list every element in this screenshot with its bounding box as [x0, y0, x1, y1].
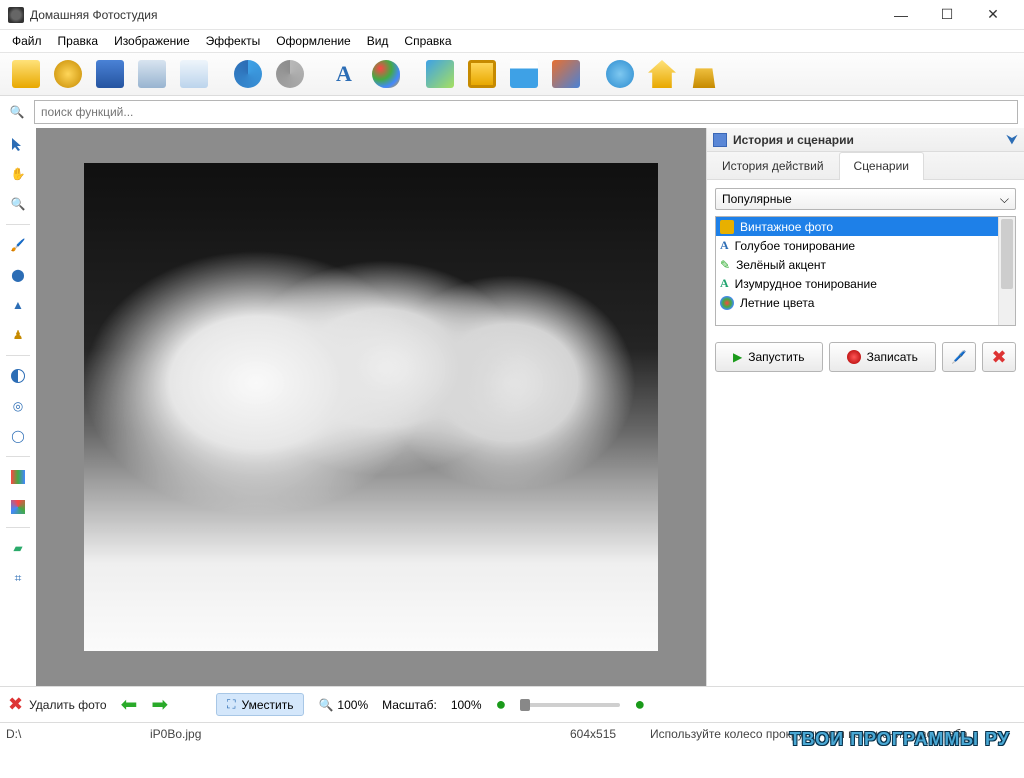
bottom-bar: ✖Удалить фото ⬅ ➡ ⛶Уместить 🔍100% Масшта…	[0, 686, 1024, 722]
filter-value: Популярные	[722, 192, 792, 206]
drop-tool[interactable]: ⬤	[6, 263, 30, 287]
edit-scenario-button[interactable]: 🖊️	[942, 342, 976, 372]
menu-help[interactable]: Справка	[396, 32, 459, 50]
help-button[interactable]	[600, 56, 640, 92]
app-icon	[8, 7, 24, 23]
gradient-tool[interactable]	[6, 465, 30, 489]
contrast-tool[interactable]	[6, 364, 30, 388]
shape-tool[interactable]: ▲	[6, 293, 30, 317]
tab-history[interactable]: История действий	[707, 152, 839, 179]
stamp-tool[interactable]: ♟	[6, 323, 30, 347]
delete-photo-button[interactable]: ✖Удалить фото	[8, 694, 107, 715]
arrow-tool[interactable]	[6, 132, 30, 156]
zoom-in-button[interactable]: ●	[634, 694, 645, 715]
palette-button[interactable]	[366, 56, 406, 92]
text-button[interactable]: A	[324, 56, 364, 92]
search-input[interactable]	[34, 100, 1018, 124]
scale-label: Масштаб:	[382, 698, 437, 712]
home-button[interactable]	[642, 56, 682, 92]
frame2-button[interactable]	[462, 56, 502, 92]
postcard-button[interactable]	[546, 56, 586, 92]
status-file: iP0Bo.jpg	[150, 727, 570, 741]
calendar-button[interactable]	[504, 56, 544, 92]
zoom-out-button[interactable]: ●	[496, 694, 507, 715]
chevron-down-icon: ⌵	[1000, 192, 1009, 207]
minimize-button[interactable]: —	[878, 0, 924, 30]
panel-tabs: История действий Сценарии	[707, 152, 1024, 180]
prev-button[interactable]: ⬅	[121, 692, 138, 717]
brush-tool[interactable]: 🖌️	[6, 233, 30, 257]
hundred-button[interactable]: 🔍100%	[318, 698, 368, 712]
tab-scenarios[interactable]: Сценарии	[839, 152, 924, 180]
print-button[interactable]	[132, 56, 172, 92]
search-icon: 🔍	[6, 101, 28, 123]
panel-title: История и сценарии	[733, 133, 1006, 147]
list-item[interactable]: ✎Зелёный акцент	[716, 255, 998, 274]
canvas[interactable]	[36, 128, 706, 686]
tool-tray: ✋ 🔍 🖌️ ⬤ ▲ ♟ ◎ ◯ ▰ ⌗	[0, 128, 36, 686]
target-tool[interactable]: ◎	[6, 394, 30, 418]
menu-image[interactable]: Изображение	[106, 32, 198, 50]
menu-edit[interactable]: Правка	[50, 32, 107, 50]
list-item[interactable]: Летние цвета	[716, 293, 998, 312]
next-button[interactable]: ➡	[151, 692, 168, 717]
eraser-tool[interactable]: ▰	[6, 536, 30, 560]
zoom-tool[interactable]: 🔍	[6, 192, 30, 216]
zoom-slider[interactable]	[520, 703, 620, 707]
preview-button[interactable]	[174, 56, 214, 92]
crop-tool[interactable]: ⌗	[6, 566, 30, 590]
shop-button[interactable]	[684, 56, 724, 92]
titlebar: Домашняя Фотостудия — ☐ ✕	[0, 0, 1024, 30]
redo-button[interactable]	[270, 56, 310, 92]
menu-view[interactable]: Вид	[359, 32, 397, 50]
status-dims: 604x515	[570, 727, 650, 741]
maximize-button[interactable]: ☐	[924, 0, 970, 30]
main-toolbar: A	[0, 52, 1024, 96]
circle-tool[interactable]: ◯	[6, 424, 30, 448]
list-item[interactable]: AГолубое тонирование	[716, 236, 998, 255]
scenario-list: Винтажное фото AГолубое тонирование ✎Зел…	[715, 216, 1016, 326]
recent-button[interactable]	[48, 56, 88, 92]
menu-decoration[interactable]: Оформление	[268, 32, 358, 50]
menubar: Файл Правка Изображение Эффекты Оформлен…	[0, 30, 1024, 52]
list-item[interactable]: AИзумрудное тонирование	[716, 274, 998, 293]
status-drive: D:\	[0, 727, 150, 741]
filter-combo[interactable]: Популярные ⌵	[715, 188, 1016, 210]
fit-button[interactable]: ⛶Уместить	[216, 693, 304, 716]
list-item[interactable]: Винтажное фото	[716, 217, 998, 236]
delete-scenario-button[interactable]: ✖	[982, 342, 1016, 372]
scale-value: 100%	[451, 698, 482, 712]
window-title: Домашняя Фотостудия	[30, 8, 878, 22]
open-button[interactable]	[6, 56, 46, 92]
menu-file[interactable]: Файл	[4, 32, 50, 50]
scrollbar[interactable]	[998, 217, 1015, 325]
record-button[interactable]: Записать	[829, 342, 937, 372]
save-button[interactable]	[90, 56, 130, 92]
menu-effects[interactable]: Эффекты	[198, 32, 269, 50]
watermark: ТВОИ ПРОГРАММЫ РУ	[790, 729, 1010, 750]
run-button[interactable]: ▶Запустить	[715, 342, 823, 372]
search-row: 🔍	[0, 96, 1024, 128]
frame1-button[interactable]	[420, 56, 460, 92]
panel-icon	[713, 133, 727, 147]
hand-tool[interactable]: ✋	[6, 162, 30, 186]
collapse-icon[interactable]: ⮟	[1006, 131, 1018, 148]
close-button[interactable]: ✕	[970, 0, 1016, 30]
swatch-tool[interactable]	[6, 495, 30, 519]
undo-button[interactable]	[228, 56, 268, 92]
photo-image	[84, 163, 658, 651]
right-panel: История и сценарии ⮟ История действий Сц…	[706, 128, 1024, 686]
